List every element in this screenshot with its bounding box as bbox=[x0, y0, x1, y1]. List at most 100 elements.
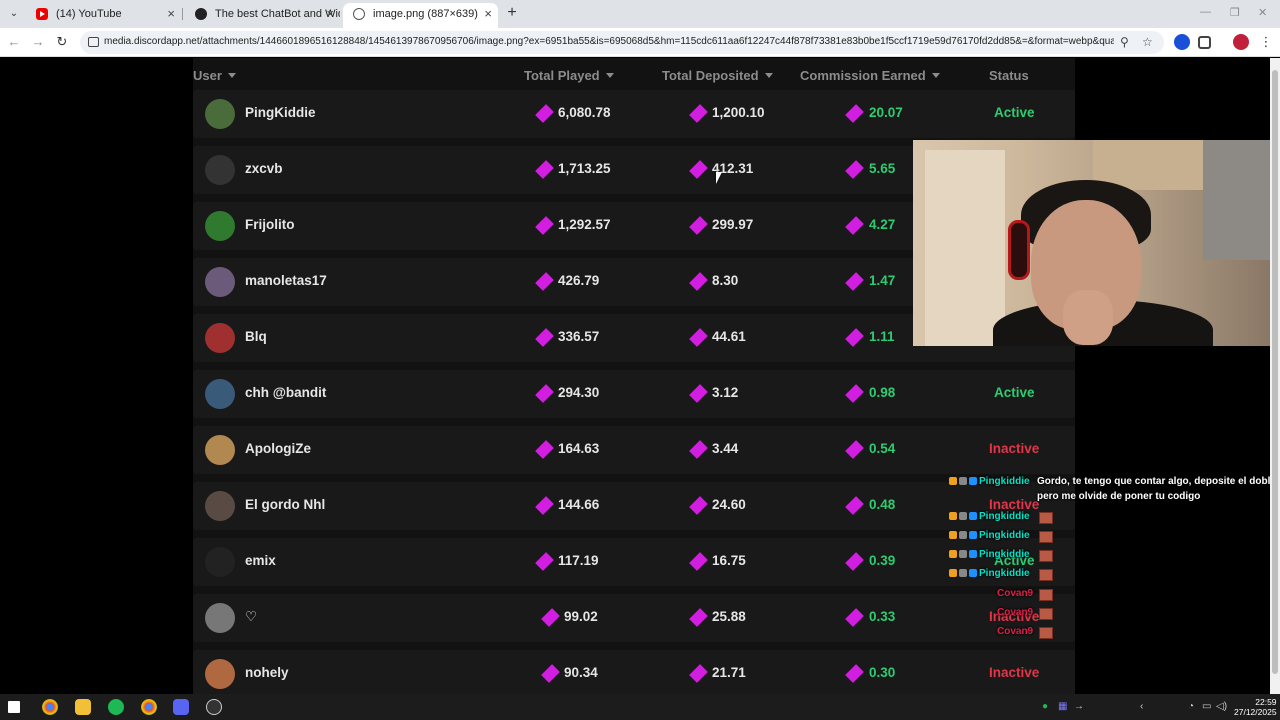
file-explorer-icon[interactable] bbox=[75, 699, 91, 715]
commission-value: 20.07 bbox=[869, 105, 903, 120]
gem-icon bbox=[845, 104, 864, 123]
profile-avatar[interactable] bbox=[1233, 34, 1249, 50]
wifi-icon[interactable]: ◔ bbox=[1188, 701, 1194, 712]
chat-emote bbox=[1039, 589, 1053, 601]
header-total-deposited[interactable]: Total Deposited bbox=[662, 68, 773, 83]
caret-down-icon bbox=[605, 73, 614, 78]
chat-emote bbox=[1039, 531, 1053, 543]
header-deposited-label: Total Deposited bbox=[662, 68, 759, 83]
header-total-played[interactable]: Total Played bbox=[524, 68, 614, 83]
chat-badge-icon bbox=[959, 512, 967, 520]
tray-app-icon[interactable]: ▦ bbox=[1058, 701, 1067, 712]
menu-icon[interactable]: ⋮ bbox=[1258, 34, 1274, 50]
display-icon[interactable]: ▭ bbox=[1202, 701, 1211, 712]
status-badge: Active bbox=[994, 105, 1035, 120]
shield-extension-icon[interactable] bbox=[1174, 34, 1190, 50]
chat-badge-icon bbox=[959, 569, 967, 577]
maximize-icon[interactable]: ❐ bbox=[1230, 6, 1240, 19]
chat-nick: Pingkiddie bbox=[979, 530, 1030, 541]
avatar bbox=[205, 435, 235, 465]
header-user-label: User bbox=[193, 68, 222, 83]
gem-icon bbox=[845, 608, 864, 627]
extensions-icon[interactable] bbox=[1198, 36, 1211, 49]
username: ApologiZe bbox=[245, 441, 311, 456]
chat-badge-icon bbox=[949, 569, 957, 577]
close-tab-icon[interactable]: × bbox=[326, 3, 334, 25]
username: PingKiddie bbox=[245, 105, 316, 120]
volume-icon[interactable]: ◁) bbox=[1216, 701, 1227, 712]
caret-down-icon bbox=[227, 73, 236, 78]
discord-icon[interactable] bbox=[173, 699, 189, 715]
chat-emote bbox=[1039, 608, 1053, 620]
back-icon[interactable]: ← bbox=[6, 34, 22, 50]
url-field[interactable]: media.discordapp.net/attachments/1446601… bbox=[80, 31, 1164, 54]
commission-value: 5.65 bbox=[869, 161, 896, 176]
gem-icon bbox=[845, 328, 864, 347]
webcam-overlay bbox=[913, 140, 1270, 346]
deposited-value: 16.75 bbox=[712, 553, 746, 568]
taskbar: ● ▦ → ‹ ◔ ▭ ◁) 22:59 27/12/2025 bbox=[0, 694, 1280, 720]
close-tab-icon[interactable]: × bbox=[167, 3, 175, 25]
clock-date: 27/12/2025 bbox=[1234, 707, 1277, 717]
chat-emote bbox=[1039, 512, 1053, 524]
username: El gordo Nhl bbox=[245, 497, 326, 512]
caret-down-icon bbox=[764, 73, 773, 78]
chat-badge-icon bbox=[969, 512, 977, 520]
avatar bbox=[205, 155, 235, 185]
deposited-value: 3.12 bbox=[712, 385, 739, 400]
image-viewer: User Total Played Total Deposited Commis… bbox=[0, 58, 1270, 694]
minimize-icon[interactable]: — bbox=[1200, 6, 1211, 18]
table-row: chh @bandit 294.30 3.12 0.98 Active bbox=[193, 370, 1075, 418]
chrome-profile-icon[interactable] bbox=[141, 699, 157, 715]
tab-chatbot[interactable]: The best ChatBot and Widgets × bbox=[185, 3, 340, 28]
tab-search-icon[interactable]: ⌄ bbox=[6, 6, 22, 22]
site-info-icon[interactable] bbox=[88, 37, 99, 47]
tray-chevron-icon[interactable]: ‹ bbox=[1140, 701, 1143, 712]
url-text: media.discordapp.net/attachments/1446601… bbox=[104, 36, 1114, 47]
chat-message: Pingkiddie bbox=[949, 530, 1030, 541]
gem-icon bbox=[541, 664, 560, 683]
header-commission[interactable]: Commission Earned bbox=[800, 68, 940, 83]
github-icon bbox=[195, 8, 207, 20]
header-user[interactable]: User bbox=[193, 68, 236, 83]
deposited-value: 25.88 bbox=[712, 609, 746, 624]
played-value: 336.57 bbox=[558, 329, 600, 344]
bookmark-star-icon[interactable]: ☆ bbox=[1142, 35, 1153, 49]
played-value: 1,713.25 bbox=[558, 161, 611, 176]
chat-badge-icon bbox=[949, 477, 957, 485]
gem-icon bbox=[689, 664, 708, 683]
spotify-icon[interactable] bbox=[108, 699, 124, 715]
chat-text-line: Gordo, te tengo que contar algo, deposit… bbox=[1037, 476, 1270, 487]
gem-icon bbox=[689, 608, 708, 627]
username: Blq bbox=[245, 329, 267, 344]
taskbar-clock[interactable]: 22:59 27/12/2025 bbox=[1234, 697, 1277, 717]
chat-nick: Pingkiddie bbox=[979, 511, 1030, 522]
table-row: nohely 90.34 21.71 0.30 Inactive bbox=[193, 650, 1075, 694]
played-value: 294.30 bbox=[558, 385, 600, 400]
zoom-icon[interactable]: ⚲ bbox=[1120, 35, 1129, 49]
gem-icon bbox=[689, 104, 708, 123]
gem-icon bbox=[689, 272, 708, 291]
tab-image[interactable]: image.png (887×639) × bbox=[343, 3, 498, 28]
chat-message: Covan9 bbox=[997, 626, 1033, 637]
reload-icon[interactable]: ↻ bbox=[54, 34, 70, 50]
tab-youtube[interactable]: (14) YouTube × bbox=[26, 3, 181, 28]
gem-icon bbox=[845, 272, 864, 291]
tray-spotify-icon[interactable]: ● bbox=[1042, 701, 1048, 712]
chat-message: Covan9 bbox=[997, 607, 1033, 618]
obs-icon[interactable] bbox=[206, 699, 222, 715]
new-tab-icon[interactable]: + bbox=[504, 4, 520, 22]
scrollbar-thumb[interactable] bbox=[1272, 70, 1278, 674]
played-value: 164.63 bbox=[558, 441, 600, 456]
forward-icon[interactable]: → bbox=[30, 34, 46, 50]
avatar bbox=[205, 547, 235, 577]
close-window-icon[interactable]: ✕ bbox=[1258, 6, 1267, 19]
gem-icon bbox=[689, 496, 708, 515]
windows-start-icon[interactable] bbox=[8, 701, 20, 713]
chat-nick: Covan9 bbox=[997, 607, 1034, 618]
avatar bbox=[205, 211, 235, 241]
close-tab-icon[interactable]: × bbox=[484, 3, 492, 25]
header-status-label: Status bbox=[989, 68, 1029, 83]
tray-arrow-icon[interactable]: → bbox=[1074, 701, 1084, 712]
chrome-icon[interactable] bbox=[42, 699, 58, 715]
